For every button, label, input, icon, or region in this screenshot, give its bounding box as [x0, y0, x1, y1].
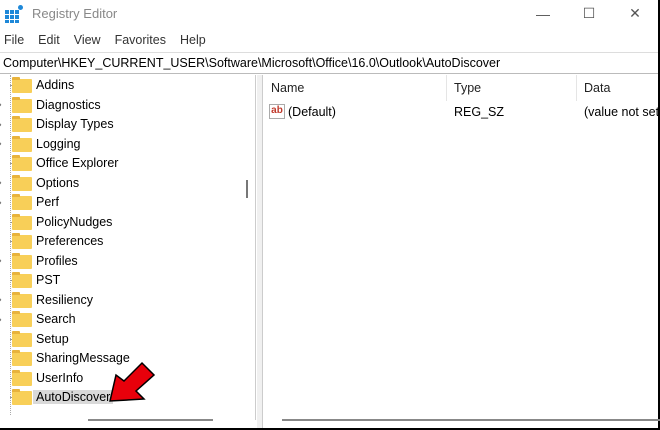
tree-item-label: Options — [36, 175, 80, 190]
tree-item-label: AutoDiscover — [33, 390, 114, 404]
tree-item-addins[interactable]: Addins — [0, 76, 255, 95]
menu-favorites[interactable]: Favorites — [115, 33, 166, 47]
tree-item-label: Office Explorer — [36, 156, 119, 170]
tree-item-setup[interactable]: Setup — [0, 330, 255, 349]
close-button[interactable]: ✕ — [612, 0, 658, 27]
folder-icon — [12, 350, 32, 366]
column-divider[interactable] — [446, 75, 447, 101]
tree-item-label: Addins — [36, 78, 75, 92]
folder-icon — [12, 96, 32, 113]
registry-editor-window: Registry Editor — ☐ ✕ File Edit View Fav… — [0, 0, 660, 430]
tree-item-resiliency[interactable]: › Resiliency — [0, 291, 255, 310]
folder-icon — [12, 252, 32, 269]
tree-item-office-explorer[interactable]: Office Explorer — [0, 154, 255, 173]
tree-item-label: Resiliency — [36, 292, 93, 307]
tree-item-perf[interactable]: › Perf — [0, 193, 255, 212]
menu-file[interactable]: File — [4, 33, 24, 47]
value-type: REG_SZ — [454, 105, 505, 119]
expand-chevron-icon[interactable]: › — [0, 177, 6, 189]
value-data: (value not set) — [584, 105, 660, 119]
folder-icon — [12, 233, 32, 249]
tree-item-label: Diagnostics — [36, 97, 101, 112]
column-divider[interactable] — [576, 75, 577, 101]
column-header-data[interactable]: Data — [584, 81, 610, 95]
folder-icon — [12, 213, 32, 230]
expand-chevron-icon[interactable]: › — [0, 294, 6, 306]
folder-icon — [12, 116, 32, 132]
tree-item-logging[interactable]: › Logging — [0, 135, 255, 154]
folder-icon — [12, 135, 32, 152]
values-horizontal-scrollbar[interactable] — [282, 419, 660, 421]
tree-item-display-types[interactable]: › Display Types — [0, 115, 255, 134]
expand-chevron-icon[interactable]: › — [0, 197, 6, 209]
tree-item-label: Setup — [36, 331, 69, 346]
column-header-name[interactable]: Name — [271, 81, 304, 95]
menu-help[interactable]: Help — [180, 33, 206, 47]
expand-chevron-icon[interactable]: › — [0, 314, 6, 326]
folder-icon — [12, 272, 32, 288]
tree-item-label: Display Types — [36, 117, 114, 131]
folder-icon — [12, 291, 32, 308]
window-title: Registry Editor — [32, 6, 118, 21]
folder-icon — [12, 194, 32, 210]
tree-item-options[interactable]: › Options — [0, 174, 255, 193]
folder-icon — [12, 155, 32, 171]
expand-chevron-icon[interactable]: › — [0, 99, 6, 111]
expand-chevron-icon[interactable]: › — [0, 255, 6, 267]
red-arrow-annotation — [109, 361, 156, 402]
tree-item-label: PolicyNudges — [36, 214, 113, 229]
tree-item-label: Profiles — [36, 253, 78, 268]
expand-chevron-icon[interactable]: › — [0, 119, 6, 131]
string-value-icon: ab — [269, 104, 285, 119]
tree-item-profiles[interactable]: › Profiles — [0, 252, 255, 271]
tree-item-search[interactable]: › Search — [0, 310, 255, 329]
value-name: (Default) — [288, 105, 336, 119]
tree-item-policynudges[interactable]: PolicyNudges — [0, 213, 255, 232]
folder-icon — [12, 369, 32, 386]
tree-vertical-scrollbar[interactable] — [246, 180, 248, 198]
menu-view[interactable]: View — [74, 33, 101, 47]
folder-icon — [12, 389, 32, 405]
tree-item-label: Search — [36, 312, 76, 326]
tree-item-label: Preferences — [36, 234, 104, 248]
address-bar[interactable]: Computer\HKEY_CURRENT_USER\Software\Micr… — [0, 52, 658, 74]
minimize-button[interactable]: — — [520, 0, 566, 27]
title-bar: Registry Editor — ☐ ✕ — [0, 0, 658, 27]
tree-horizontal-scrollbar[interactable] — [88, 419, 213, 421]
folder-icon — [12, 77, 32, 93]
column-header-type[interactable]: Type — [454, 81, 481, 95]
expand-chevron-icon[interactable]: › — [0, 138, 6, 150]
tree-item-diagnostics[interactable]: › Diagnostics — [0, 96, 255, 115]
tree-item-label: UserInfo — [36, 370, 84, 385]
tree-item-label: Logging — [36, 136, 81, 151]
registry-editor-icon — [5, 4, 23, 23]
folder-icon — [12, 311, 32, 327]
values-pane: Name Type Data ab (Default) REG_SZ (valu… — [263, 75, 660, 420]
tree-item-label: Perf — [36, 195, 59, 209]
folder-icon — [12, 330, 32, 347]
tree-item-label: PST — [36, 273, 61, 287]
menu-bar: File Edit View Favorites Help — [0, 27, 658, 52]
tree-item-preferences[interactable]: Preferences — [0, 232, 255, 251]
folder-icon — [12, 174, 32, 191]
menu-edit[interactable]: Edit — [38, 33, 60, 47]
tree-item-pst[interactable]: PST — [0, 271, 255, 290]
maximize-button[interactable]: ☐ — [566, 0, 612, 27]
